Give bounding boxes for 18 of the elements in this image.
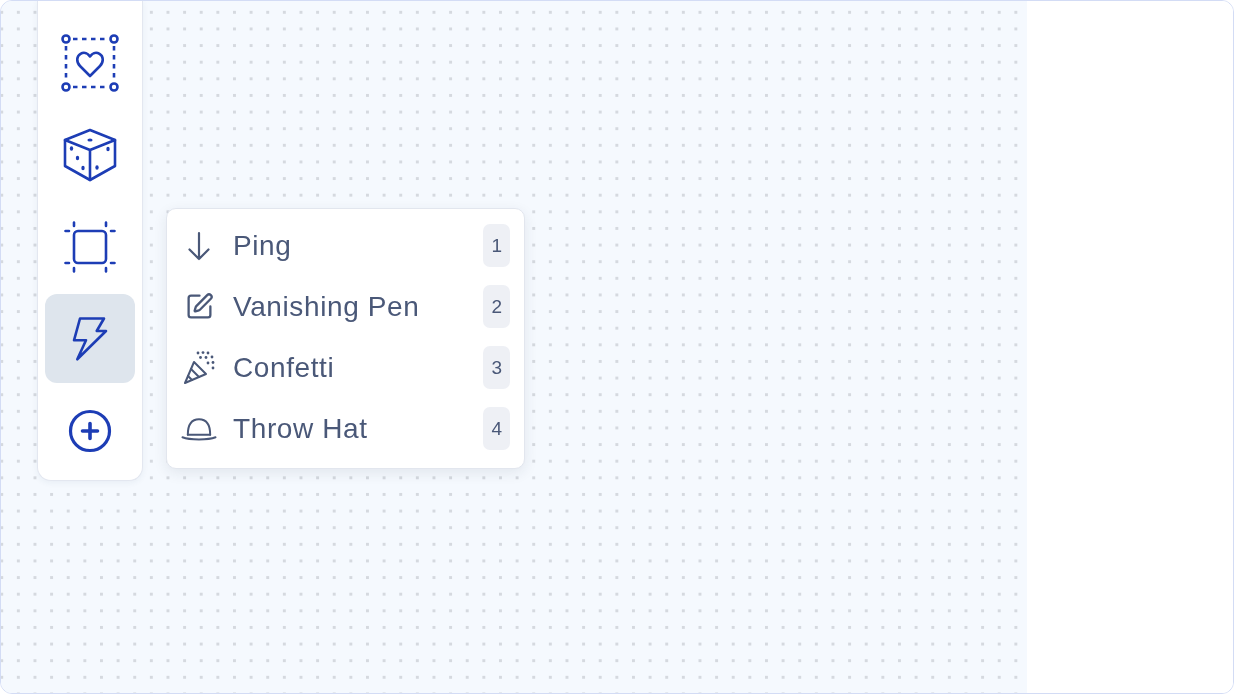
- menu-item[interactable]: Vanishing Pen: [181, 284, 484, 329]
- bowler-hat-icon: [181, 415, 217, 442]
- menu-item[interactable]: Throw Hat: [181, 406, 484, 451]
- dice-icon: [63, 127, 117, 182]
- menu-item[interactable]: Confetti: [181, 345, 484, 390]
- menu-item[interactable]: Ping: [181, 223, 484, 268]
- heart-frame-icon: [61, 33, 119, 92]
- shortcut-key: 4: [483, 407, 510, 450]
- shortcut-key: 3: [483, 346, 510, 389]
- tool-button[interactable]: [45, 294, 135, 383]
- frame-icon: [64, 220, 116, 273]
- lightning-icon: [72, 315, 108, 362]
- pencil-square-icon: [184, 292, 214, 321]
- plus-circle-icon: [68, 408, 112, 453]
- arrow-down-icon: [186, 230, 212, 261]
- shortcut-key: 1: [483, 224, 510, 267]
- shortcut-key: 2: [483, 285, 510, 328]
- party-popper-icon: [181, 350, 217, 385]
